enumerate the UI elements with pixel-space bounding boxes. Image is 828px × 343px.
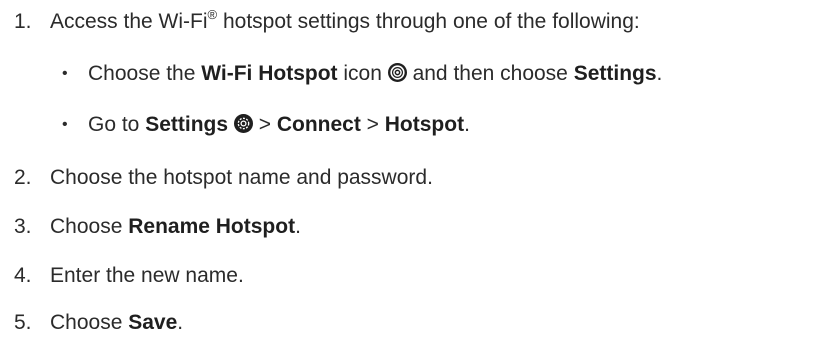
ui-term: Hotspot — [384, 113, 465, 136]
step-number: 5. — [14, 311, 32, 334]
step-number: 4. — [14, 264, 32, 287]
step-text: Choose the hotspot name and password. — [50, 166, 433, 189]
settings-gear-icon — [233, 114, 253, 133]
ui-term: Wi-Fi Hotspot — [201, 62, 338, 85]
ui-term: Settings — [145, 113, 229, 136]
step-number: 1. — [14, 10, 32, 33]
step-text: Access the Wi-Fi — [50, 10, 208, 33]
ui-term: Save — [128, 311, 178, 334]
bullet: • — [62, 65, 68, 82]
step-number: 2. — [14, 166, 32, 189]
wifi-hotspot-icon — [387, 63, 407, 82]
ui-term: Rename Hotspot — [128, 215, 296, 238]
bullet: • — [62, 116, 68, 133]
step-text: hotspot settings through one of the foll… — [217, 10, 640, 33]
registered-mark: ® — [207, 7, 218, 22]
ui-term: Connect — [276, 113, 361, 136]
ui-term: Settings — [573, 62, 657, 85]
step-text: Enter the new name. — [50, 264, 244, 287]
step-number: 3. — [14, 215, 32, 238]
